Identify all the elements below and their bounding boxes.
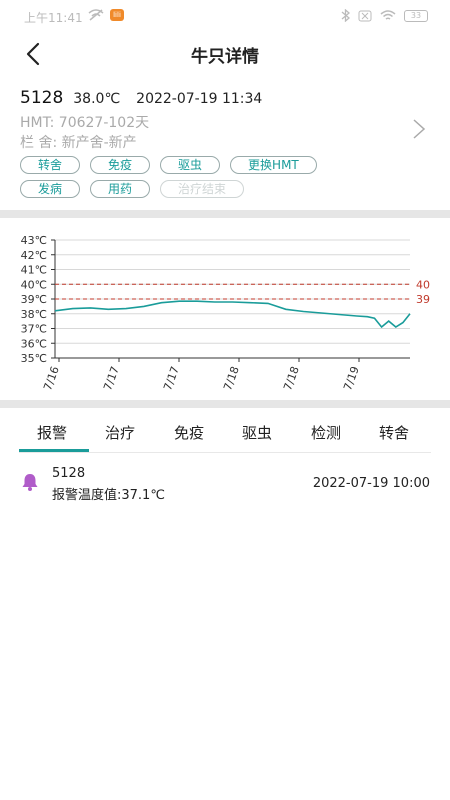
status-right-icons: 33 <box>341 9 428 22</box>
action-tags-row-1: 转舍 免疫 驱虫 更换HMT <box>20 156 317 174</box>
alarm-temperature: 报警温度值:37.1℃ <box>52 488 165 503</box>
x-tick-label: 7/18 <box>221 365 242 393</box>
battery-icon: 33 <box>404 9 428 22</box>
status-bar: 上午11:41 lili 33 <box>0 0 450 34</box>
bell-icon <box>22 474 38 491</box>
y-tick-label: 35℃ <box>21 352 47 365</box>
tabs-divider <box>19 452 431 453</box>
y-tick-label: 37℃ <box>21 323 47 336</box>
wifi-icon <box>380 9 396 20</box>
cow-temperature: 38.0℃ <box>73 91 121 107</box>
cow-summary-row: 5128 38.0℃ 2022-07-19 11:34 <box>20 88 262 108</box>
tab-deworming[interactable]: 驱虫 <box>242 422 272 443</box>
tab-immunization[interactable]: 免疫 <box>174 422 204 443</box>
end-treatment-button: 治疗结束 <box>160 180 245 198</box>
y-tick-label: 40℃ <box>21 278 47 291</box>
tab-transfer[interactable]: 转舍 <box>379 422 409 443</box>
cow-id: 5128 <box>20 88 64 108</box>
list-item[interactable]: 5128 报警温度值:37.1℃ 2022-07-19 10:00 <box>0 462 450 506</box>
illness-button[interactable]: 发病 <box>20 180 81 198</box>
x-tick-label: 7/18 <box>281 365 302 393</box>
action-tags-row-2: 发病 用药 治疗结束 <box>20 180 245 198</box>
y-tick-label: 43℃ <box>21 234 47 247</box>
temperature-chart-svg: 43℃ 42℃ 41℃40℃ 39℃ 38℃ 37℃36℃ 35℃ 40 39 7/16 7/17 7… <box>21 234 430 393</box>
x-tick-label: 7/17 <box>101 365 122 393</box>
chevron-right-icon[interactable] <box>412 118 426 140</box>
alarm-time: 2022-07-19 10:00 <box>312 476 430 491</box>
medication-button[interactable]: 用药 <box>90 180 151 198</box>
replace-hmt-button[interactable]: 更换HMT <box>230 156 317 174</box>
cow-info-card[interactable]: 5128 38.0℃ 2022-07-19 11:34 HMT: 70627-1… <box>0 80 450 208</box>
transfer-button[interactable]: 转舍 <box>20 156 81 174</box>
nav-bar: 牛只详情 <box>0 34 450 74</box>
section-divider <box>0 210 450 218</box>
x-tick-label: 7/16 <box>41 365 62 393</box>
alarm-cow-id: 5128 <box>52 466 86 481</box>
tab-treatment[interactable]: 治疗 <box>105 422 135 443</box>
y-tick-label: 42℃ <box>21 249 47 262</box>
cow-pen: 栏 舍: 新产舍-新产 <box>20 135 137 151</box>
cow-hmt: HMT: 70627-102天 <box>20 115 150 131</box>
status-time: 上午11:41 <box>24 11 83 25</box>
app-notification-icon: lili <box>110 9 124 21</box>
active-tab-indicator <box>19 449 89 452</box>
deworm-button[interactable]: 驱虫 <box>160 156 221 174</box>
y-tick-label: 39℃ <box>21 293 47 306</box>
status-left-icons: lili <box>88 9 124 21</box>
y-tick-label: 36℃ <box>21 337 47 350</box>
page-title: 牛只详情 <box>191 47 259 67</box>
y-tick-label: 38℃ <box>21 308 47 321</box>
tab-testing[interactable]: 检测 <box>311 422 341 443</box>
section-divider <box>0 400 450 408</box>
record-tabs: 报警 治疗 免疫 驱虫 检测 转舍 <box>0 412 450 454</box>
y-tick-label: 41℃ <box>21 264 47 277</box>
x-tick-label: 7/17 <box>161 365 182 393</box>
temperature-chart: 43℃ 42℃ 41℃ 40℃ 39℃ 38℃ 37℃ 36℃ 35℃ 40 39 7/16 7/17 7… <box>0 224 450 400</box>
threshold-label: 40 <box>416 278 430 291</box>
x-tick-label: 7/19 <box>341 365 362 393</box>
sim-off-icon <box>358 10 372 21</box>
immunize-button[interactable]: 免疫 <box>90 156 151 174</box>
threshold-label: 39 <box>416 293 430 306</box>
wifi-off-icon <box>88 9 104 21</box>
cow-timestamp: 2022-07-19 11:34 <box>136 91 263 107</box>
bluetooth-icon <box>341 9 350 22</box>
tab-alarm[interactable]: 报警 <box>37 422 67 443</box>
